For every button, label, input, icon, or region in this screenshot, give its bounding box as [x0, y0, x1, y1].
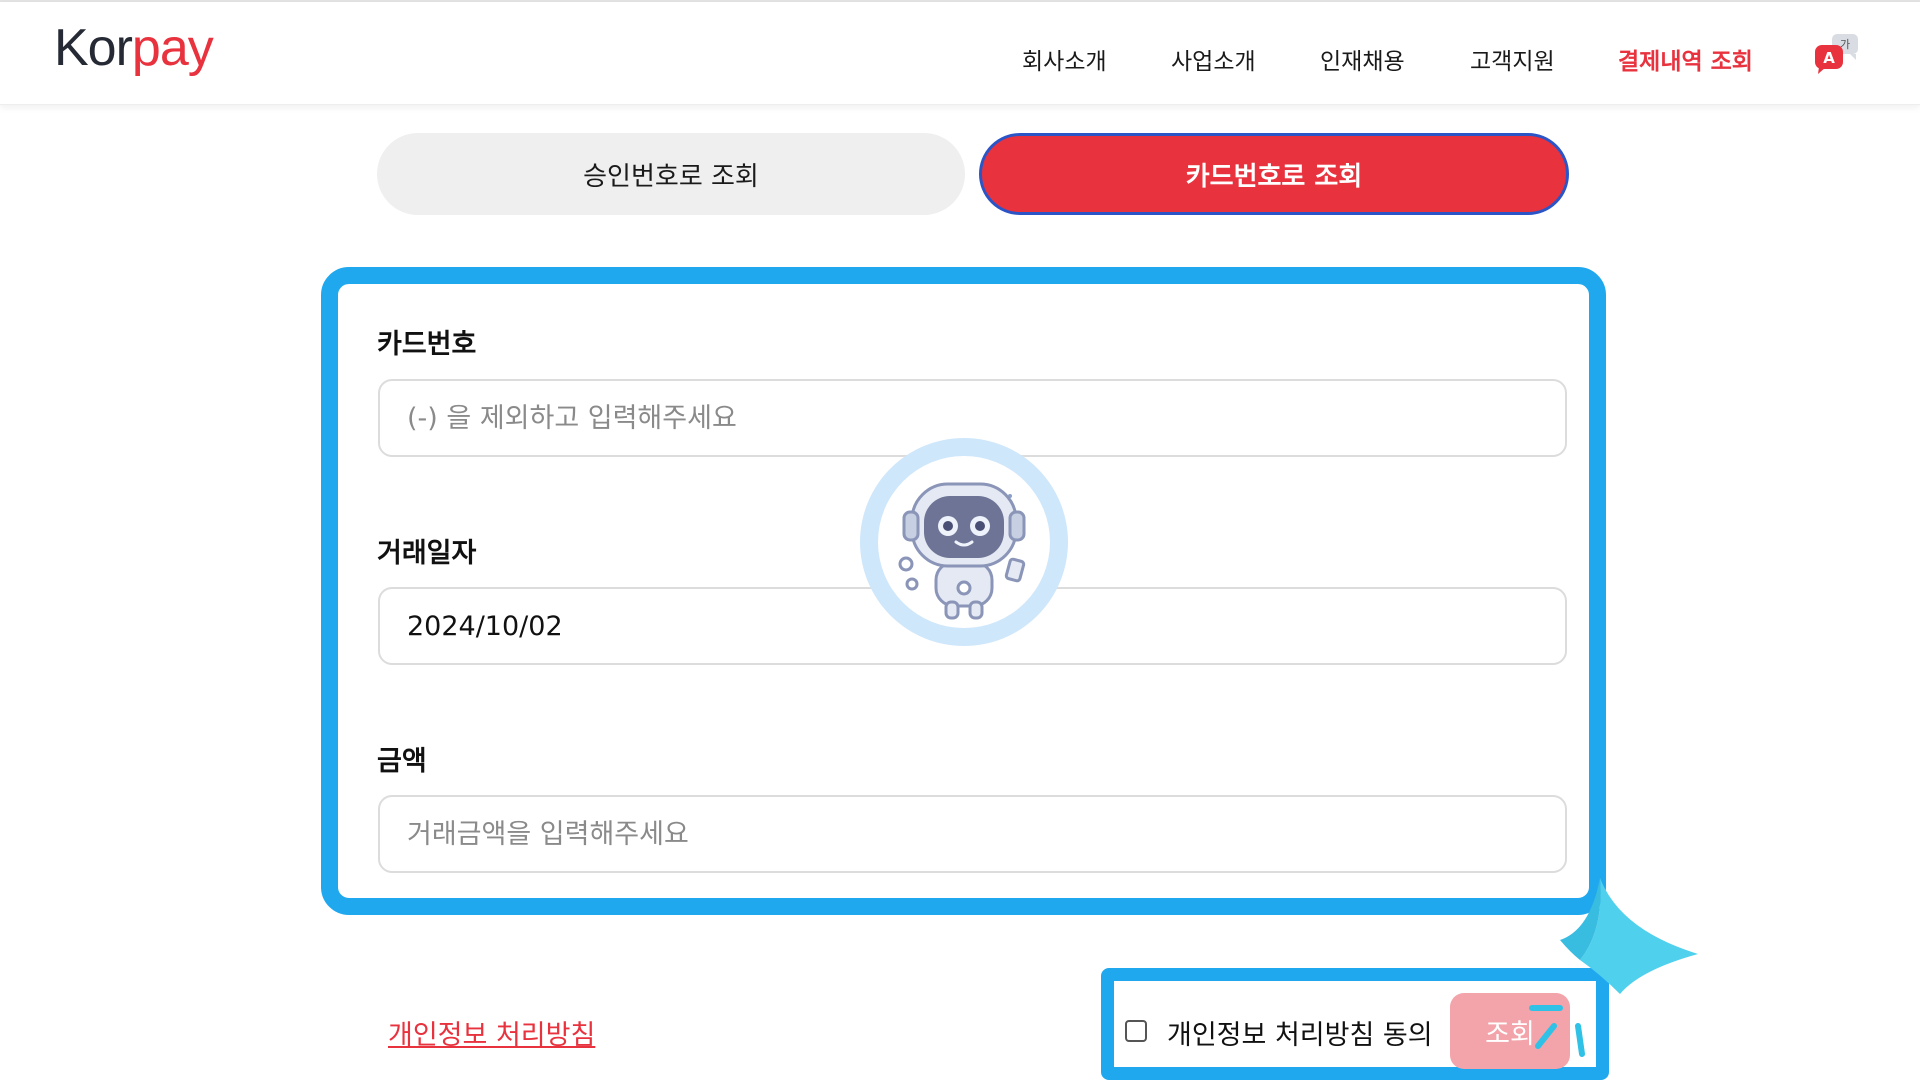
nav-item-payment-history[interactable]: 결제내역 조회 — [1618, 42, 1753, 76]
pointer-cursor-icon — [1520, 870, 1700, 1070]
card-number-label: 카드번호 — [377, 329, 477, 360]
site-header: Korpay 회사소개 사업소개 인재채용 고객지원 결제내역 조회 가 A — [0, 2, 1920, 105]
privacy-agree-label[interactable]: 개인정보 처리방침 동의 — [1167, 1013, 1433, 1052]
logo-text-pay: pay — [131, 19, 214, 77]
tab-approval-number[interactable]: 승인번호로 조회 — [377, 133, 965, 215]
logo-text-kor: Kor — [54, 19, 133, 77]
robot-mascot-icon — [860, 438, 1068, 646]
nav-item-company[interactable]: 회사소개 — [1022, 42, 1107, 76]
nav-item-support[interactable]: 고객지원 — [1470, 42, 1555, 76]
privacy-agree-checkbox[interactable] — [1125, 1020, 1147, 1042]
amount-label: 금액 — [377, 746, 427, 777]
privacy-policy-link[interactable]: 개인정보 처리방침 — [388, 1013, 595, 1052]
korpay-logo[interactable]: Korpay — [54, 18, 214, 78]
tab-card-number[interactable]: 카드번호로 조회 — [979, 133, 1569, 215]
translate-icon[interactable]: 가 A — [1812, 32, 1862, 76]
nav-item-business[interactable]: 사업소개 — [1171, 42, 1256, 76]
svg-text:A: A — [1823, 49, 1835, 67]
nav-item-careers[interactable]: 인재채용 — [1320, 42, 1405, 76]
amount-input[interactable] — [378, 795, 1567, 873]
transaction-date-label: 거래일자 — [377, 538, 477, 569]
